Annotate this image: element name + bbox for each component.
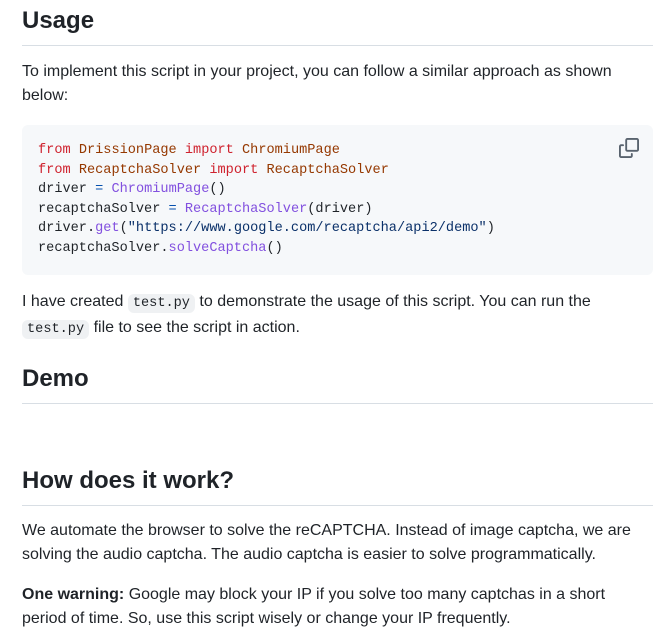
code-block: from DrissionPage import ChromiumPage fr…: [22, 125, 653, 275]
call-args: (): [266, 240, 283, 256]
created-suffix: file to see the script in action.: [93, 319, 300, 336]
method-name: solveCaptcha: [168, 240, 267, 256]
class-name: ChromiumPage: [242, 143, 340, 158]
call-name: RecaptchaSolver: [184, 201, 308, 217]
code-content: from DrissionPage import ChromiumPage fr…: [38, 141, 637, 259]
method-name: get: [95, 221, 120, 237]
object: recaptchaSolver.: [38, 240, 169, 256]
code-line-2: from RecaptchaSolver import RecaptchaSol…: [38, 163, 389, 178]
variable: driver: [38, 182, 87, 198]
string-literal: "https://www.google.com/recaptcha/api2/d…: [127, 221, 487, 237]
paren-close: ): [486, 221, 495, 237]
object: driver.: [38, 221, 96, 237]
how-it-works-heading: How does it work?: [22, 466, 653, 506]
code-line-1: from DrissionPage import ChromiumPage: [38, 143, 340, 158]
module-name: RecaptchaSolver: [78, 162, 202, 178]
code-line-6: recaptchaSolver.solveCaptcha(): [38, 241, 283, 256]
call-args: (driver): [307, 201, 373, 217]
inline-code-test-py: test.py: [22, 320, 90, 339]
readme-page: Usage To implement this script in your p…: [0, 0, 671, 636]
code-line-5: driver.get("https://www.google.com/recap…: [38, 221, 495, 236]
keyword: from: [38, 162, 71, 178]
created-middle: to demonstrate the usage of this script.…: [199, 293, 591, 310]
copy-button[interactable]: [619, 138, 639, 158]
usage-created-paragraph: I have created test.py to demonstrate th…: [22, 290, 631, 342]
code-line-3: driver = ChromiumPage(): [38, 182, 226, 197]
call-args: (): [209, 182, 226, 198]
code-line-4: recaptchaSolver = RecaptchaSolver(driver…: [38, 202, 373, 217]
copy-icon: [619, 138, 639, 158]
usage-intro-paragraph: To implement this script in your project…: [22, 63, 612, 104]
operator: =: [168, 201, 177, 217]
created-prefix: I have created: [22, 293, 124, 310]
operator: =: [95, 182, 104, 198]
keyword: import: [209, 162, 259, 178]
keyword: import: [184, 143, 234, 158]
variable: recaptchaSolver: [38, 201, 161, 217]
class-name: RecaptchaSolver: [266, 162, 389, 178]
inline-code-test-py: test.py: [127, 294, 195, 313]
call-name: ChromiumPage: [111, 182, 210, 198]
paren-open: (: [119, 221, 128, 237]
demo-heading: Demo: [22, 364, 653, 404]
warning-paragraph: One warning: Google may block your IP if…: [22, 583, 631, 631]
module-name: DrissionPage: [78, 143, 177, 158]
warning-label: One warning:: [22, 586, 125, 603]
usage-heading: Usage: [22, 6, 653, 46]
keyword: from: [38, 143, 71, 158]
how-explanation-paragraph: We automate the browser to solve the reC…: [22, 522, 631, 563]
